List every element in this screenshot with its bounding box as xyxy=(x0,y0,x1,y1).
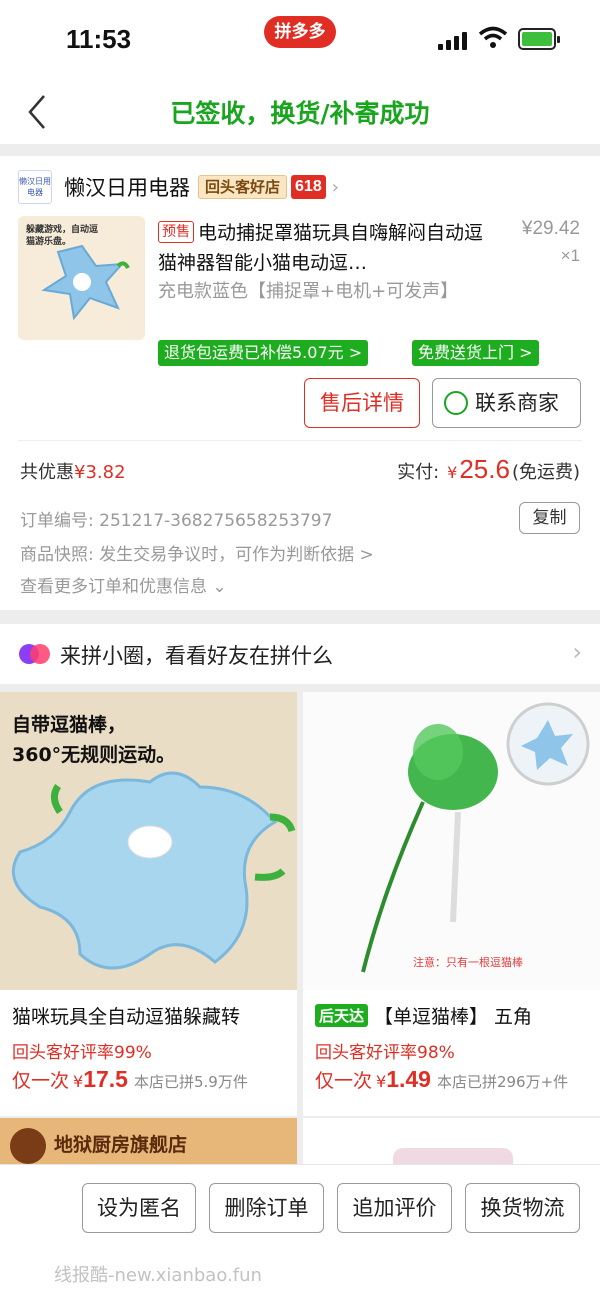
chevron-right-icon: › xyxy=(572,638,582,666)
tile-title: 后天达 【单逗猫棒】 五角 xyxy=(315,1002,532,1029)
shop-name: 懒汉日用电器 xyxy=(64,176,190,200)
tile-image-caption: 注意：只有一根逗猫棒 xyxy=(413,956,523,969)
tile-rating: 回头客好评率98% xyxy=(315,1043,455,1063)
unit-price: ¥29.42 xyxy=(521,218,580,239)
paid-amount: 实付: ¥ 25.6 (免运费) xyxy=(397,454,580,485)
tile-price-currency: ¥ xyxy=(376,1072,387,1091)
snapshot-link[interactable]: 商品快照: 发生交易争议时，可作为判断依据 > xyxy=(20,540,374,565)
circle-text: 来拼小圈，看看好友在拼什么 xyxy=(60,644,333,668)
discount-summary: 共优惠¥3.82 xyxy=(20,458,126,484)
product-title[interactable]: 预售 电动捕捉罩猫玩具自嗨解闷自动逗猫神器智能小猫电动逗… xyxy=(158,218,488,278)
circle-icon xyxy=(18,642,52,666)
paid-note: (免运费) xyxy=(511,462,580,483)
status-bar: 11:53 拼多多 xyxy=(0,0,600,80)
paid-currency: ¥ xyxy=(447,463,458,482)
tile-image: 注意：只有一根逗猫棒 xyxy=(303,692,600,990)
contact-seller-button[interactable]: 联系商家 xyxy=(432,378,581,428)
recommend-tile[interactable]: 注意：只有一根逗猫棒 后天达 【单逗猫棒】 五角 回头客好评率98% 仅一次 ¥ … xyxy=(303,692,600,1116)
shop-logo xyxy=(10,1128,46,1164)
product-title-text: 电动捕捉罩猫玩具自嗨解闷自动逗猫神器智能小猫电动逗… xyxy=(158,222,484,274)
status-time: 11:53 xyxy=(66,24,132,54)
product-thumbnail[interactable]: 躲藏游戏，自动逗猫游乐盘。 xyxy=(18,216,145,340)
divider xyxy=(18,440,582,441)
recommend-tile[interactable]: 自带逗猫棒， 360°无规则运动。 猫咪玩具全自动逗猫躲藏转 回头客好评率99%… xyxy=(0,692,297,1116)
order-card: 懒汉日用电器 懒汉日用电器 回头客好店 618 › 躲藏游戏，自动逗猫游乐盘。 … xyxy=(0,156,600,610)
delete-order-button[interactable]: 删除订单 xyxy=(209,1183,324,1233)
refund-shipping-tag[interactable]: 退货包运费已补偿5.07元 > xyxy=(158,340,369,366)
tile-price-prefix: 仅一次 xyxy=(315,1070,373,1092)
bottom-action-bar: 设为匿名 删除订单 追加评价 换货物流 线报酷-new.xianbao.fun xyxy=(0,1164,600,1298)
add-review-button[interactable]: 追加评价 xyxy=(337,1183,452,1233)
recommend-tile-partial[interactable]: 地狱厨房旗舰店 xyxy=(0,1118,297,1168)
free-delivery-tag[interactable]: 免费送货上门 > xyxy=(412,340,539,366)
tile-price-value: 17.5 xyxy=(83,1066,128,1092)
presale-tag: 预售 xyxy=(158,221,194,243)
chat-icon xyxy=(444,391,468,415)
wifi-icon xyxy=(478,26,508,50)
shop-row[interactable]: 懒汉日用电器 懒汉日用电器 回头客好店 618 › xyxy=(18,170,339,204)
tile-title-text: 【单逗猫棒】 五角 xyxy=(374,1006,533,1028)
tile-title: 猫咪玩具全自动逗猫躲藏转 xyxy=(12,1006,241,1028)
tile-price: 仅一次 ¥ 1.49 本店已拼296万+件 xyxy=(315,1066,568,1093)
exchange-logistics-button[interactable]: 换货物流 xyxy=(465,1183,580,1233)
chevron-right-icon: › xyxy=(331,176,339,198)
more-order-info[interactable]: 查看更多订单和优惠信息 ⌄ xyxy=(20,572,227,597)
tile-price: 仅一次 ¥ 17.5 本店已拼5.9万件 xyxy=(12,1066,248,1093)
discount-label: 共优惠 xyxy=(20,462,74,483)
tile-sold-count: 本店已拼296万+件 xyxy=(436,1073,569,1091)
after-sale-button[interactable]: 售后详情 xyxy=(304,378,420,428)
page-header: 已签收，换货/补寄成功 xyxy=(0,80,600,144)
contact-seller-label: 联系商家 xyxy=(475,391,559,415)
tile-price-value: 1.49 xyxy=(386,1066,431,1092)
repeat-customer-badge: 回头客好店 xyxy=(198,175,288,199)
page-title: 已签收，换货/补寄成功 xyxy=(170,99,430,128)
discount-value: ¥3.82 xyxy=(74,462,126,483)
product-spec: 充电款蓝色【捕捉罩+电机+可发声】 xyxy=(158,281,459,302)
tile-price-prefix: 仅一次 xyxy=(12,1070,70,1092)
battery-icon xyxy=(518,28,560,50)
anonymous-button[interactable]: 设为匿名 xyxy=(82,1183,196,1233)
tile-rating: 回头客好评率99% xyxy=(12,1043,152,1063)
recommend-tile-partial[interactable] xyxy=(303,1118,600,1168)
fast-delivery-badge: 后天达 xyxy=(315,1004,369,1027)
tile-image: 自带逗猫棒， 360°无规则运动。 xyxy=(0,692,297,990)
app-badge: 拼多多 xyxy=(264,16,336,48)
shop-logo: 懒汉日用电器 xyxy=(18,170,52,204)
tile-price-currency: ¥ xyxy=(73,1072,84,1091)
paid-label: 实付: xyxy=(397,462,440,483)
friend-circle-bar[interactable]: 来拼小圈，看看好友在拼什么 › xyxy=(0,624,600,684)
signal-icon xyxy=(438,30,470,50)
shop-name: 地狱厨房旗舰店 xyxy=(54,1134,188,1156)
order-number: 订单编号: 251217-368275658253797 xyxy=(20,511,333,531)
event-badge: 618 xyxy=(291,175,326,199)
copy-button[interactable]: 复制 xyxy=(519,502,580,534)
quantity: ×1 xyxy=(560,246,580,265)
tile-sold-count: 本店已拼5.9万件 xyxy=(133,1073,248,1091)
paid-value: 25.6 xyxy=(459,454,510,484)
watermark: 线报酷-new.xianbao.fun xyxy=(54,1265,262,1286)
